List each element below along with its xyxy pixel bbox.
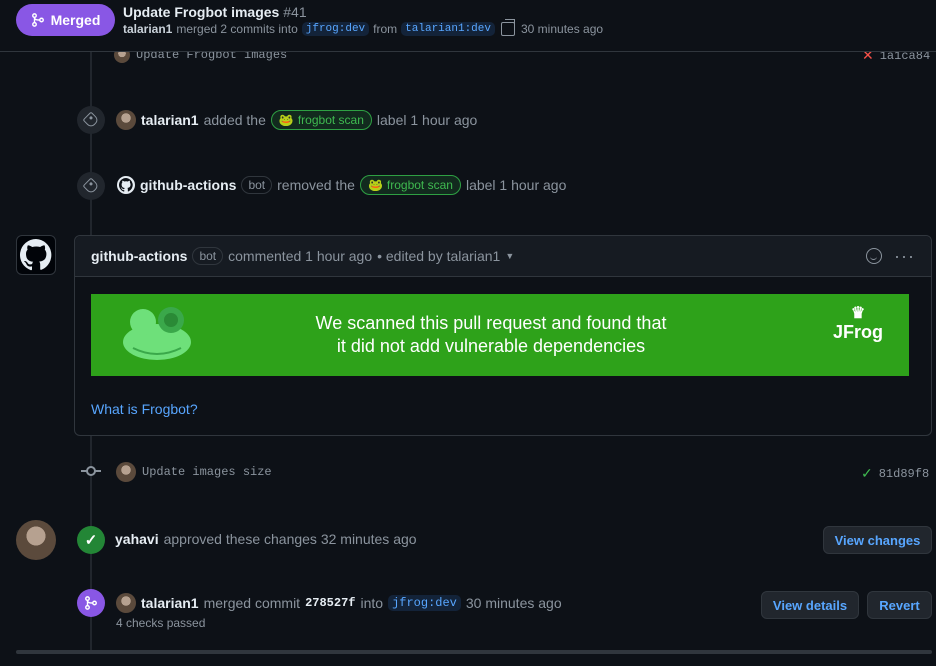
banner-line-2: it did not add vulnerable dependencies [336,336,646,356]
frogbot-banner: We scanned this pull request and found t… [91,294,909,376]
check-icon: ✓ [861,465,873,481]
smiley-icon[interactable] [866,248,883,264]
label-pill[interactable]: 🐸 frogbot scan [359,175,461,195]
github-actions-avatar[interactable] [16,235,56,275]
approved-badge: ✓ [77,526,105,554]
commit-node-icon [86,466,96,476]
kebab-menu-icon[interactable]: ··· [894,246,915,267]
copy-icon[interactable] [501,19,515,36]
into-text: into [360,595,384,611]
merge-badge [77,589,105,617]
comment-actions: ··· [866,246,915,267]
label-removed-event: github-actions bot removed the 🐸 frogbot … [117,175,566,195]
tag-icon [82,111,100,129]
comment-author[interactable]: github-actions [91,248,187,264]
banner-message: We scanned this pull request and found t… [241,312,741,358]
target-branch[interactable]: jfrog:dev [388,595,461,611]
merged-label: Merged [50,12,101,28]
label-added-event: talarian1 added the 🐸 frogbot scan label … [116,110,477,130]
commit-row-2: Update images size [116,462,272,482]
view-details-button[interactable]: View details [761,591,859,619]
avatar[interactable] [116,593,136,613]
jfrog-logo: ♛ JFrog [833,306,883,343]
what-is-frogbot-link[interactable]: What is Frogbot? [91,401,198,417]
github-avatar[interactable] [117,176,135,194]
pr-sticky-header: Merged Update Frogbot images #41 talaria… [0,0,936,52]
crown-icon: ♛ [850,305,866,322]
frog-icon: 🐸 [367,178,383,192]
event-suffix: label 1 hour ago [465,177,567,193]
merge-icon [85,596,97,610]
merged-text: merged 2 commits into [176,22,298,36]
chevron-down-icon[interactable]: ▼ [505,251,514,261]
edited-by[interactable]: • edited by talarian1 [377,248,500,264]
pr-title-text: Update Frogbot images [123,4,280,20]
revert-button[interactable]: Revert [867,591,932,619]
avatar[interactable] [116,110,136,130]
event-suffix: label 1 hour ago [376,112,478,128]
label-text: frogbot scan [386,178,453,192]
commit-message[interactable]: Update images size [142,465,272,479]
base-branch[interactable]: jfrog:dev [301,22,370,36]
pr-title[interactable]: Update Frogbot images #41 [123,4,307,20]
merge-event: talarian1 merged commit 278527f into jfr… [116,593,562,613]
merge-time: 30 minutes ago [521,22,604,36]
commit-sha-row-2: ✓ 81d89f8 [861,465,929,482]
head-branch[interactable]: talarian1:dev [401,22,495,36]
github-icon [119,178,133,192]
author-link[interactable]: talarian1 [123,22,172,36]
commit-sha[interactable]: 81d89f8 [879,467,929,481]
event-user[interactable]: github-actions [140,177,236,193]
bot-badge: bot [241,176,273,194]
check-icon: ✓ [84,532,98,549]
checks-status[interactable]: 4 checks passed [116,616,205,630]
avatar[interactable] [116,462,136,482]
tag-icon-badge [77,106,105,134]
bot-badge: bot [192,247,224,265]
comment-meta[interactable]: commented 1 hour ago [228,248,372,264]
merged-status-badge: Merged [16,4,115,36]
merger[interactable]: talarian1 [141,595,199,611]
comment-header: github-actions bot commented 1 hour ago … [75,236,931,277]
review-event: yahavi approved these changes 32 minutes… [115,531,417,547]
yahavi-avatar[interactable] [16,520,56,560]
from-text: from [373,22,398,36]
tag-icon [82,177,100,195]
tag-icon-badge [77,172,105,200]
review-text: approved these changes 32 minutes ago [163,531,417,547]
jfrog-logo-text: JFrog [832,322,883,342]
frog-icon: 🐸 [278,113,294,127]
event-action: removed the [277,177,355,193]
event-action: added the [203,112,266,128]
comment-box: github-actions bot commented 1 hour ago … [74,235,932,436]
event-user[interactable]: talarian1 [141,112,199,128]
github-icon [20,239,52,271]
pr-number: #41 [283,4,307,20]
pr-merge-summary: talarian1 merged 2 commits into jfrog:de… [123,19,604,36]
reviewer[interactable]: yahavi [115,531,159,547]
merge-icon [31,13,44,27]
label-text: frogbot scan [297,113,364,127]
view-changes-button[interactable]: View changes [823,526,932,554]
label-pill[interactable]: 🐸 frogbot scan [270,110,372,130]
section-divider [16,650,932,654]
merge-time: 30 minutes ago [465,595,562,611]
frog-icon [123,307,191,360]
merge-commit-sha[interactable]: 278527f [305,596,355,610]
merge-text: merged commit [203,595,301,611]
banner-line-1: We scanned this pull request and found t… [315,313,667,333]
